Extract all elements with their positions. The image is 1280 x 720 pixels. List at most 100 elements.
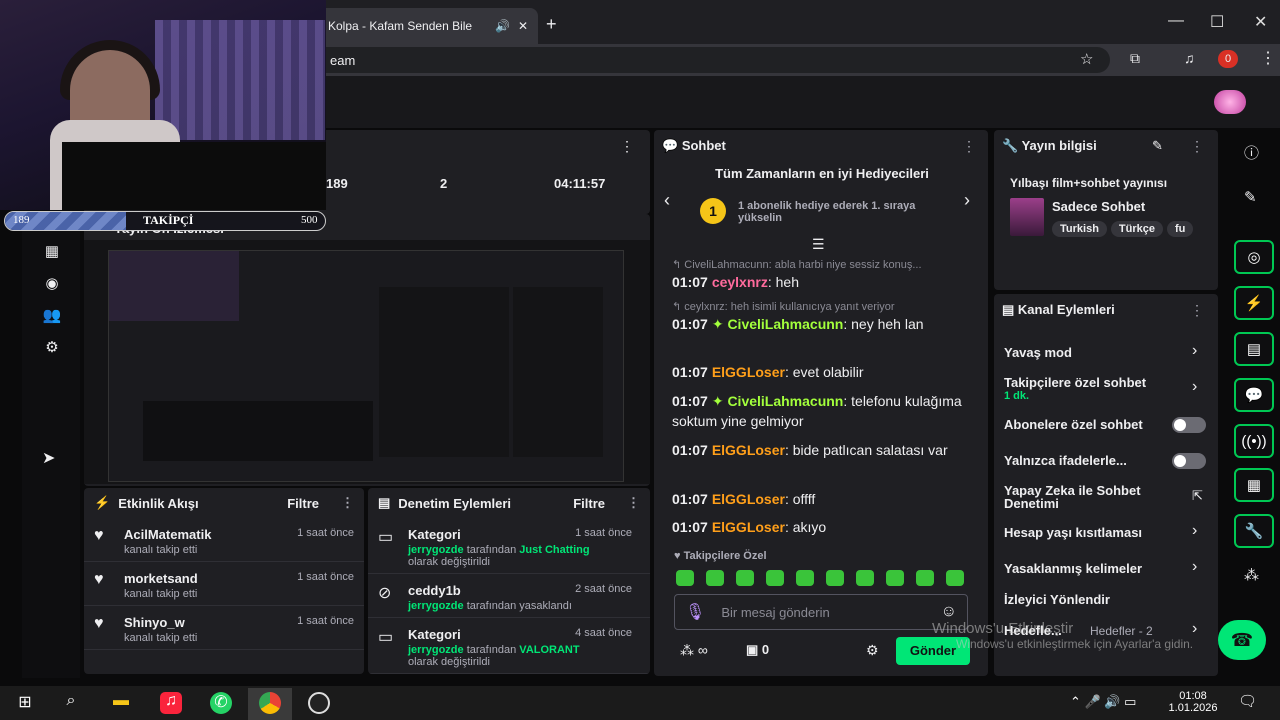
avatar[interactable] (1214, 90, 1246, 114)
moderator-name[interactable]: jerrygozde (408, 600, 464, 612)
browser-menu-icon[interactable]: ⋮ (1260, 48, 1276, 68)
obs-icon[interactable] (308, 692, 330, 714)
bolt-button[interactable]: ⚡ (1234, 286, 1274, 320)
viewers-icon[interactable]: ⁂ ∞ (680, 642, 708, 659)
scroll-down-icon[interactable]: ☰ (812, 236, 825, 253)
points-display[interactable]: ▣ 0 (746, 642, 769, 658)
ai-moderation-item[interactable]: Yapay Zeka ile Sohbet Denetimi (1004, 484, 1164, 510)
chat-username[interactable]: ceylxnrz (712, 274, 768, 290)
extensions-icon[interactable]: ⧉ (1130, 50, 1140, 67)
banned-words-item[interactable]: Yasaklanmış kelimeler (1004, 561, 1214, 576)
emote-only-toggle[interactable] (1172, 453, 1206, 469)
stream-icon[interactable]: ◉ (42, 274, 62, 294)
stream-info-menu-icon[interactable]: ⋮ (1190, 138, 1204, 155)
follower-name[interactable]: AcilMatematik (124, 527, 211, 542)
chat-username[interactable]: ElGGLoser (712, 364, 785, 380)
slow-mode-item[interactable]: Yavaş mod (1004, 345, 1214, 360)
external-link-icon[interactable]: ⇱ (1192, 488, 1203, 504)
chrome-icon[interactable] (259, 692, 281, 714)
raid-item[interactable]: İzleyici Yönlendir (1004, 592, 1214, 607)
settings-icon[interactable]: ⚙ (42, 338, 62, 358)
media-icon[interactable]: ♫ (1184, 50, 1195, 66)
activity-menu-icon[interactable]: ⋮ (341, 495, 354, 511)
activity-filter[interactable]: Filtre (287, 496, 319, 511)
mic-icon[interactable]: 🎙 (685, 602, 705, 622)
emote[interactable] (886, 570, 904, 586)
chevron-right-icon[interactable]: › (1192, 558, 1197, 576)
close-tab-icon[interactable]: ✕ (518, 19, 528, 33)
follower-name[interactable]: Shinyo_w (124, 615, 197, 630)
close-window-button[interactable]: ✕ (1254, 12, 1267, 32)
webcam-overlay (0, 0, 326, 210)
clock[interactable]: 01:08 1.01.2026 (1168, 690, 1218, 714)
broadcast-button[interactable]: ((•)) (1234, 424, 1274, 458)
dashboard-icon[interactable]: ▦ (42, 242, 62, 262)
emote[interactable] (796, 570, 814, 586)
info-icon[interactable]: ⓘ (1244, 142, 1259, 163)
clip-button[interactable]: ◎ (1234, 240, 1274, 274)
channel-actions-menu-icon[interactable]: ⋮ (1190, 302, 1204, 319)
windows-start-icon[interactable]: ⊞ (14, 692, 36, 714)
url-field[interactable]: eam (300, 47, 1110, 73)
tag[interactable]: Turkish (1052, 221, 1107, 237)
chat-username[interactable]: CiveliLahmacunn (727, 393, 843, 409)
chat-username[interactable]: ElGGLoser (712, 442, 785, 458)
category-name[interactable]: Sadece Sohbet (1052, 199, 1145, 214)
activity-panel: ⚡ Etkinlik Akışı Filtre ⋮ ♥ AcilMatemati… (84, 488, 364, 674)
account-age-item[interactable]: Hesap yaşı kısıtlaması (1004, 525, 1214, 540)
chevron-right-icon[interactable]: › (1192, 378, 1197, 396)
audit-menu-icon[interactable]: ⋮ (627, 495, 640, 511)
emote[interactable] (736, 570, 754, 586)
notification-icon[interactable]: 🗨 (1238, 692, 1257, 710)
preview-video[interactable] (108, 250, 624, 482)
audit-filter[interactable]: Filtre (573, 496, 605, 511)
chat-username[interactable]: CiveliLahmacunn (727, 316, 843, 332)
chat-menu-icon[interactable]: ⋮ (962, 138, 976, 155)
emote[interactable] (826, 570, 844, 586)
speaker-icon[interactable]: 🔊 (495, 19, 510, 33)
audit-panel: ▤ Denetim Eylemleri Filtre ⋮ ▭ Kategori … (368, 488, 650, 674)
next-gifters-icon[interactable]: › (964, 190, 970, 211)
search-icon[interactable]: ⌕ (60, 692, 82, 714)
pencil-icon[interactable]: ✎ (1244, 188, 1257, 206)
file-explorer-icon[interactable]: ▬ (110, 692, 132, 714)
minimize-button[interactable]: — (1168, 12, 1184, 30)
prev-gifters-icon[interactable]: ‹ (664, 190, 670, 211)
followers-only-item[interactable]: Takipçilere özel sohbet (1004, 375, 1214, 390)
emote[interactable] (706, 570, 724, 586)
chat-username[interactable]: ElGGLoser (712, 519, 785, 535)
tray-icons[interactable]: ⌃ 🎤 🔊 ▭ (1070, 694, 1136, 710)
maximize-button[interactable]: ☐ (1210, 12, 1224, 32)
tag[interactable]: fu (1167, 221, 1194, 237)
community-icon[interactable]: ⁂ (1244, 566, 1259, 584)
moderator-name[interactable]: jerrygozde (408, 644, 464, 656)
emote[interactable] (676, 570, 694, 586)
community-icon[interactable]: 👥 (42, 306, 62, 326)
layout-button[interactable]: ▦ (1234, 468, 1274, 502)
tag[interactable]: Türkçe (1110, 221, 1163, 237)
emote[interactable] (946, 570, 964, 586)
bookmark-star-icon[interactable]: ☆ (1080, 50, 1093, 68)
tools-button[interactable]: 🔧 (1234, 514, 1274, 548)
edit-icon[interactable]: ✎ (1152, 138, 1163, 154)
follower-name[interactable]: morketsand (124, 571, 198, 586)
emote[interactable] (916, 570, 934, 586)
chat-input[interactable]: 🎙 Bir mesaj gönderin ☺ (674, 594, 968, 630)
subscribers-only-toggle[interactable] (1172, 417, 1206, 433)
new-tab-button[interactable]: + (546, 14, 557, 35)
browser-tab[interactable]: Kolpa - Kafam Senden Bile 🔊 ✕ (318, 8, 538, 44)
music-app-icon[interactable]: ♫ (160, 692, 182, 714)
stats-menu-icon[interactable]: ⋮ (620, 138, 634, 155)
emoji-icon[interactable]: ☺ (941, 603, 957, 621)
emote[interactable] (766, 570, 784, 586)
chevron-right-icon[interactable]: › (1192, 342, 1197, 360)
profile-badge[interactable]: 0 (1218, 50, 1238, 68)
chat-username[interactable]: ElGGLoser (712, 491, 785, 507)
chat-button[interactable]: 💬 (1234, 378, 1274, 412)
emote[interactable] (856, 570, 874, 586)
moderator-name[interactable]: jerrygozde (408, 544, 464, 556)
notes-button[interactable]: ▤ (1234, 332, 1274, 366)
chat-settings-icon[interactable]: ⚙ (866, 642, 879, 659)
chevron-right-icon[interactable]: › (1192, 522, 1197, 540)
whatsapp-icon[interactable]: ✆ (210, 692, 232, 714)
